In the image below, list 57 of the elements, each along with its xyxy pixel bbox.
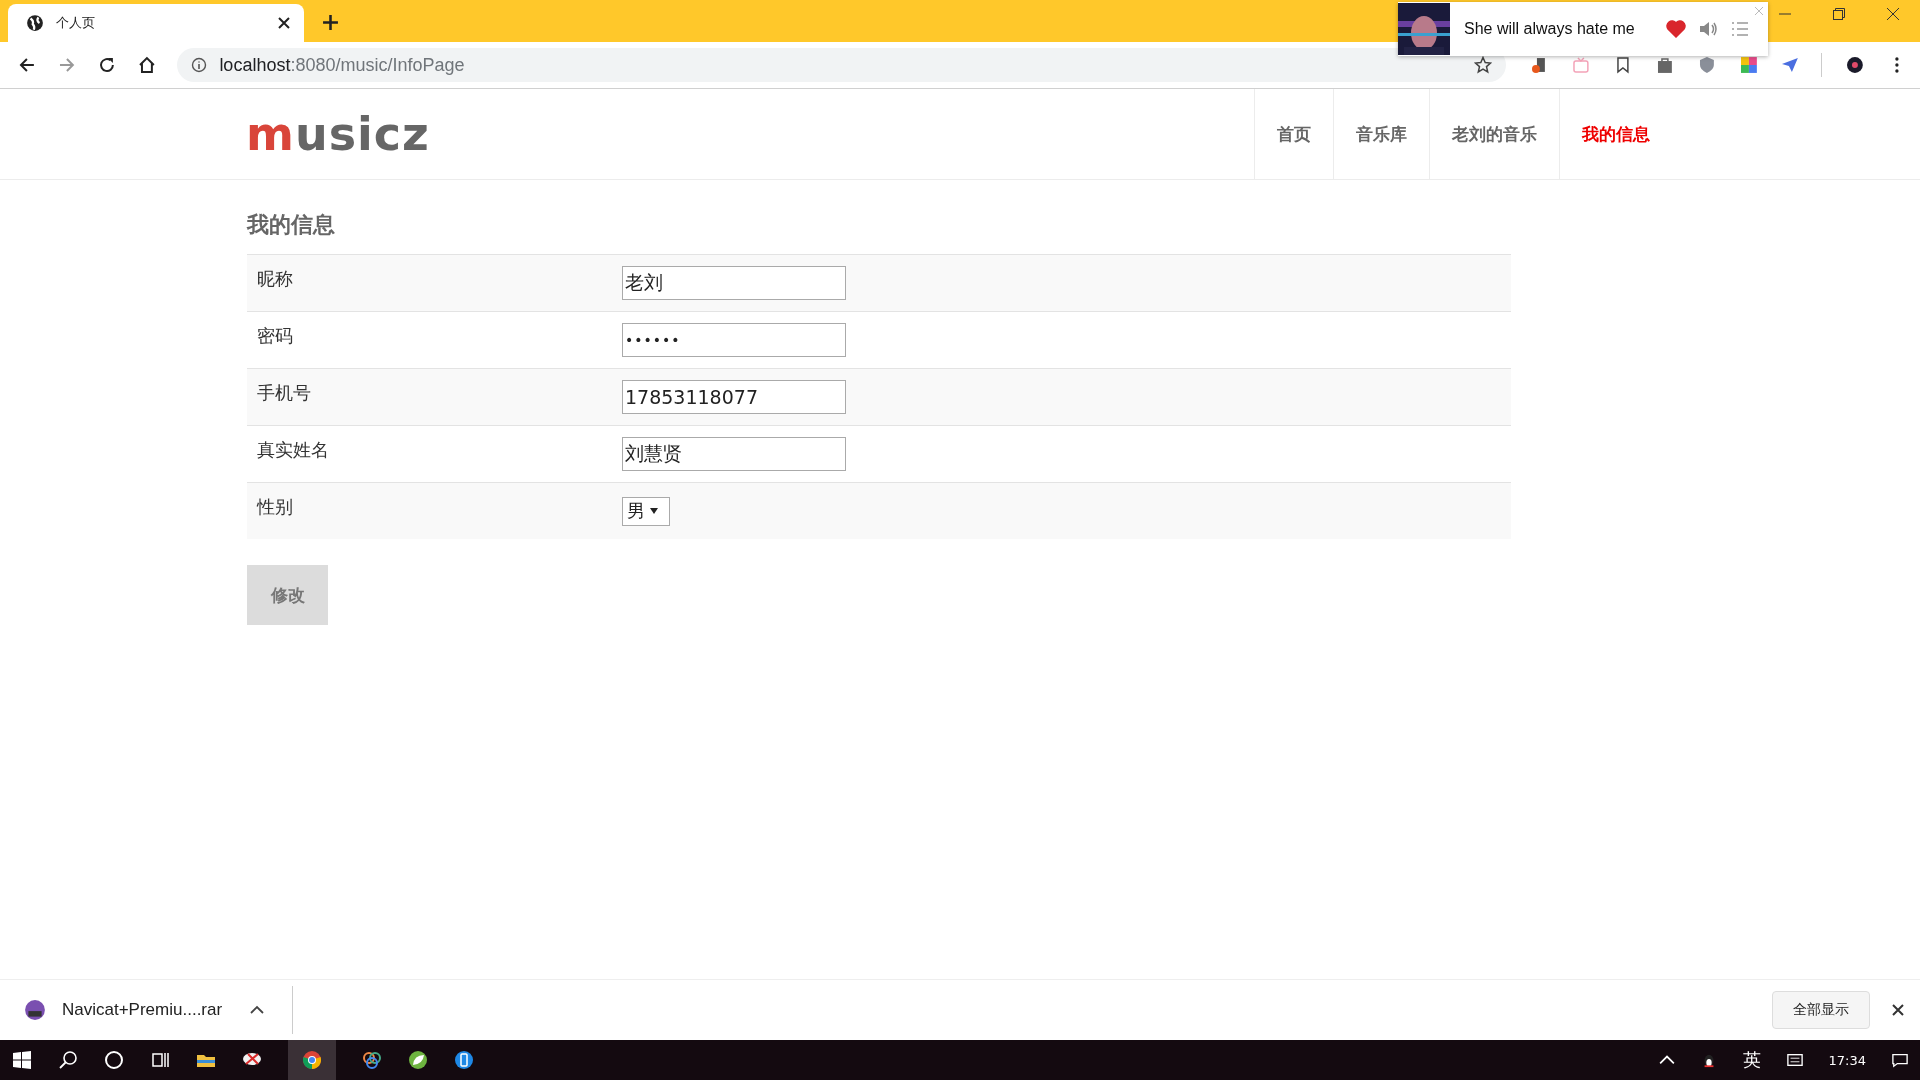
forward-arrow-icon[interactable] — [57, 56, 76, 74]
chevron-up-icon[interactable] — [250, 1005, 265, 1015]
circle-icon[interactable] — [104, 1050, 124, 1070]
browser-tab[interactable]: 个人页 — [8, 4, 304, 42]
phone-icon[interactable] — [454, 1050, 474, 1070]
clock[interactable]: 17:34 — [1828, 1052, 1866, 1068]
close-icon[interactable] — [1886, 7, 1900, 21]
restore-icon[interactable] — [1832, 7, 1846, 21]
home-icon[interactable] — [137, 56, 156, 74]
new-tab-icon[interactable] — [322, 14, 339, 31]
search-icon[interactable] — [58, 1050, 78, 1070]
speaker-icon[interactable] — [1698, 20, 1718, 38]
tab-title: 个人页 — [56, 14, 96, 32]
heart-icon[interactable] — [1666, 20, 1686, 38]
bookmark-icon[interactable] — [1614, 56, 1632, 74]
gender-select[interactable]: 男 — [622, 496, 670, 526]
field-label: 密码 — [257, 324, 294, 348]
back-arrow-icon[interactable] — [18, 56, 36, 74]
nav-link[interactable]: 我的信息 — [1559, 89, 1672, 179]
windows-icon[interactable] — [12, 1050, 32, 1070]
field-label: 性别 — [257, 495, 294, 519]
input-field[interactable]: 17853118077 — [622, 380, 846, 414]
input-field[interactable]: 刘慧贤 — [622, 437, 846, 471]
close-icon[interactable] — [278, 17, 290, 29]
info-icon — [191, 57, 208, 73]
bag-icon[interactable] — [1655, 56, 1674, 74]
keyboard-icon[interactable] — [1786, 1052, 1803, 1068]
notification-icon[interactable] — [1892, 1052, 1908, 1068]
caret-icon — [650, 508, 658, 514]
color-grid-icon[interactable] — [1739, 56, 1758, 74]
address-bar[interactable]: localhost:8080/music/InfoPage — [177, 48, 1507, 82]
site-logo[interactable]: musicz — [246, 107, 430, 161]
field-label: 昵称 — [257, 267, 294, 291]
globe-icon — [26, 14, 44, 32]
password-field[interactable]: •••••• — [622, 323, 846, 357]
nav-link[interactable]: 老刘的音乐 — [1429, 89, 1559, 179]
song-title: She will always hate me — [1464, 20, 1636, 38]
input-field[interactable]: 老刘 — [622, 266, 846, 300]
show-all-button[interactable]: 全部显示 — [1772, 991, 1870, 1029]
nav-link[interactable]: 音乐库 — [1333, 89, 1429, 179]
star-icon[interactable] — [1474, 56, 1493, 74]
field-label: 手机号 — [257, 381, 312, 405]
task-view-icon[interactable] — [150, 1050, 170, 1070]
reload-icon[interactable] — [97, 56, 116, 74]
chrome-icon[interactable] — [288, 1040, 336, 1080]
nav-link[interactable]: 首页 — [1254, 89, 1333, 179]
profile-icon[interactable] — [1846, 56, 1865, 74]
archive-icon — [24, 999, 46, 1021]
shield-icon[interactable] — [1697, 56, 1716, 74]
close-icon[interactable] — [1892, 1004, 1904, 1016]
rings-icon[interactable] — [362, 1050, 382, 1070]
url-text: localhost:8080/music/InfoPage — [219, 54, 465, 76]
input-method-indicator[interactable]: 英 — [1742, 1048, 1761, 1072]
download-filename[interactable]: Navicat+Premiu....rar — [62, 1000, 223, 1020]
field-label: 真实姓名 — [257, 438, 330, 462]
leaf-icon[interactable] — [408, 1050, 428, 1070]
page-title: 我的信息 — [247, 211, 336, 239]
